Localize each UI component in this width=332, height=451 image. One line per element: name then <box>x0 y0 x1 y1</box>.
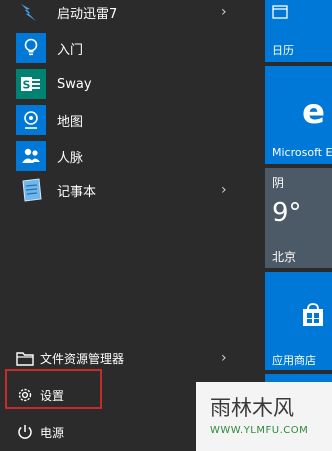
calendar-icon <box>272 4 288 23</box>
gear-icon <box>15 385 35 405</box>
start-menu: 启动迅雷7 › 入门 S Sway 地图 人脉 记事本 › 文件资源管理器 › … <box>0 0 332 451</box>
app-label: 人脉 <box>57 150 84 166</box>
watermark-text: 雨林木风 <box>210 396 294 420</box>
app-item-notepad[interactable]: 记事本 › <box>0 172 252 208</box>
edge-icon: e <box>302 94 332 130</box>
watermark-logo: 雨林木风 WWW.YLMFU.COM <box>196 382 332 451</box>
app-item-thunder[interactable]: 启动迅雷7 › <box>0 0 252 30</box>
folder-icon <box>15 348 35 368</box>
edge-label: Microsoft E <box>272 146 332 159</box>
calendar-label: 日历 <box>272 44 294 57</box>
app-label: 地图 <box>57 114 84 130</box>
sway-glyph: S <box>23 79 31 92</box>
power-icon <box>15 422 35 442</box>
power-label: 电源 <box>40 425 65 440</box>
app-label: 入门 <box>57 42 84 58</box>
store-label: 应用商店 <box>272 354 316 367</box>
app-item-get-started[interactable]: 入门 <box>0 30 252 66</box>
weather-condition: 阴 <box>272 176 285 190</box>
weather-temperature: 9° <box>272 198 302 228</box>
watermark-url: WWW.YLMFU.COM <box>210 425 309 436</box>
chevron-right-icon[interactable]: › <box>221 350 227 366</box>
app-item-people[interactable]: 人脉 <box>0 138 252 174</box>
sway-icon: S <box>16 69 46 99</box>
store-icon <box>300 302 326 332</box>
app-item-maps[interactable]: 地图 <box>0 102 252 138</box>
weather-city: 北京 <box>272 250 297 264</box>
store-tile[interactable]: 应用商店 <box>265 272 332 370</box>
lightbulb-icon <box>16 33 46 63</box>
thunder-icon <box>16 0 46 27</box>
file-explorer-label: 文件资源管理器 <box>40 351 125 366</box>
people-icon <box>16 141 46 171</box>
app-label: 记事本 <box>57 184 97 200</box>
map-icon <box>16 105 46 135</box>
chevron-right-icon[interactable]: › <box>221 4 227 20</box>
edge-glyph: e <box>302 94 326 130</box>
app-item-sway[interactable]: S Sway <box>0 66 252 102</box>
settings-label: 设置 <box>40 388 65 403</box>
app-label: Sway <box>57 76 92 92</box>
chevron-right-icon[interactable]: › <box>221 182 227 198</box>
edge-tile[interactable]: e Microsoft E <box>265 66 332 164</box>
app-label: 启动迅雷7 <box>57 6 118 22</box>
calendar-tile[interactable]: 日历 <box>265 0 332 62</box>
notepad-icon <box>16 175 46 205</box>
weather-tile[interactable]: 阴 9° 北京 <box>265 168 332 268</box>
